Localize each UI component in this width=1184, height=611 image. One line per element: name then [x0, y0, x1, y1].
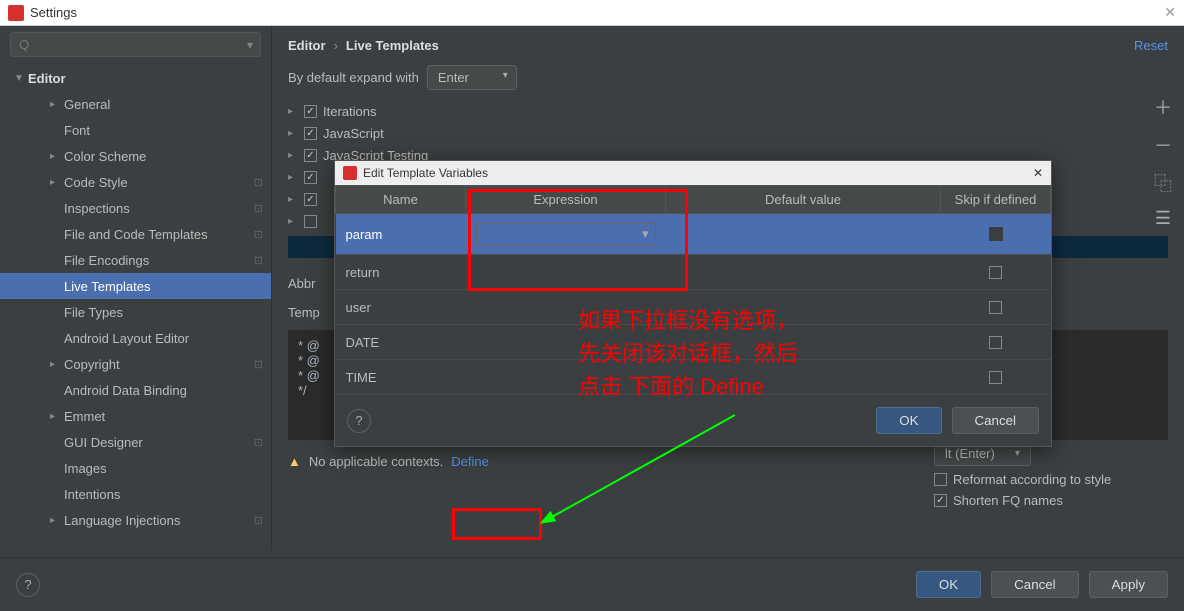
template-tools: ＋ － ⿻ ☰ — [1142, 86, 1184, 229]
cancel-button[interactable]: Cancel — [991, 571, 1079, 598]
tree-item-general[interactable]: ▸General — [0, 91, 271, 117]
variables-table: NameExpressionDefault valueSkip if defin… — [335, 185, 1051, 395]
tree-item-gui-designer[interactable]: GUI Designer⊡ — [0, 429, 271, 455]
skip-checkbox[interactable] — [989, 336, 1002, 349]
dialog-title: Edit Template Variables — [363, 166, 488, 180]
skip-checkbox[interactable] — [989, 371, 1002, 384]
breadcrumb-root: Editor — [288, 38, 326, 53]
breadcrumb-sep: › — [334, 38, 338, 53]
expression-dropdown[interactable] — [476, 222, 656, 246]
add-icon[interactable]: ＋ — [1154, 94, 1172, 120]
copy-icon[interactable]: ⿻ — [1154, 170, 1172, 196]
warning-icon: ▲ — [288, 454, 301, 469]
tree-item-code-style[interactable]: ▸Code Style⊡ — [0, 169, 271, 195]
dialog-app-icon — [343, 166, 357, 180]
sidebar: ▾ ▼Editor ▸GeneralFont▸Color Scheme▸Code… — [0, 26, 272, 551]
app-icon — [8, 5, 24, 21]
reformat-label: Reformat according to style — [953, 472, 1111, 487]
ok-button[interactable]: OK — [916, 571, 981, 598]
variable-row[interactable]: TIME — [336, 360, 1051, 395]
window-titlebar: Settings ✕ — [0, 0, 1184, 26]
variable-row[interactable]: DATE — [336, 325, 1051, 360]
tree-root-editor[interactable]: ▼Editor — [0, 65, 271, 91]
tree-item-language-injections[interactable]: ▸Language Injections⊡ — [0, 507, 271, 533]
tree-item-emmet[interactable]: ▸Emmet — [0, 403, 271, 429]
tree-item-copyright[interactable]: ▸Copyright⊡ — [0, 351, 271, 377]
variable-row[interactable]: param — [336, 214, 1051, 255]
warning-text: No applicable contexts. — [309, 454, 443, 469]
column-header: Name — [336, 186, 466, 214]
tree-item-file-encodings[interactable]: File Encodings⊡ — [0, 247, 271, 273]
tree-item-font[interactable]: Font — [0, 117, 271, 143]
shorten-label: Shorten FQ names — [953, 493, 1063, 508]
dialog-help-icon[interactable]: ? — [347, 409, 371, 433]
skip-checkbox[interactable] — [989, 301, 1002, 314]
expand-dropdown[interactable]: Enter — [427, 65, 517, 90]
settings-tree: ▼Editor ▸GeneralFont▸Color Scheme▸Code S… — [0, 63, 271, 535]
breadcrumb-page: Live Templates — [346, 38, 439, 53]
tree-item-color-scheme[interactable]: ▸Color Scheme — [0, 143, 271, 169]
skip-checkbox[interactable] — [989, 227, 1003, 241]
variable-row[interactable]: user — [336, 290, 1051, 325]
dialog-close-icon[interactable]: ✕ — [1033, 166, 1043, 180]
tree-item-intentions[interactable]: Intentions — [0, 481, 271, 507]
window-title: Settings — [30, 5, 77, 20]
reset-link[interactable]: Reset — [1134, 38, 1168, 53]
tree-item-android-layout-editor[interactable]: Android Layout Editor — [0, 325, 271, 351]
remove-icon[interactable]: － — [1154, 132, 1172, 158]
template-group[interactable]: ▸✓Iterations — [288, 100, 1168, 122]
tree-item-inspections[interactable]: Inspections⊡ — [0, 195, 271, 221]
help-icon[interactable]: ? — [16, 573, 40, 597]
expand-label: By default expand with — [288, 70, 419, 85]
dialog-cancel-button[interactable]: Cancel — [952, 407, 1040, 434]
variable-row[interactable]: return — [336, 255, 1051, 290]
template-group[interactable]: ▸✓JavaScript — [288, 122, 1168, 144]
tree-item-live-templates[interactable]: Live Templates — [0, 273, 271, 299]
settings-footer: ? OK Cancel Apply — [0, 557, 1184, 611]
tree-item-file-types[interactable]: File Types — [0, 299, 271, 325]
tree-item-file-and-code-templates[interactable]: File and Code Templates⊡ — [0, 221, 271, 247]
search-input[interactable] — [10, 32, 261, 57]
define-link[interactable]: Define — [451, 454, 489, 469]
shorten-checkbox[interactable]: ✓ — [934, 494, 947, 507]
list-icon[interactable]: ☰ — [1155, 208, 1171, 229]
search-icon: ▾ — [247, 38, 253, 52]
column-header: Default value — [666, 186, 941, 214]
edit-variables-dialog: Edit Template Variables ✕ NameExpression… — [334, 160, 1052, 447]
tree-item-images[interactable]: Images — [0, 455, 271, 481]
column-header: Expression — [466, 186, 666, 214]
column-header: Skip if defined — [941, 186, 1051, 214]
apply-button[interactable]: Apply — [1089, 571, 1168, 598]
close-icon[interactable]: ✕ — [1164, 4, 1176, 21]
tree-item-android-data-binding[interactable]: Android Data Binding — [0, 377, 271, 403]
dialog-ok-button[interactable]: OK — [876, 407, 941, 434]
skip-checkbox[interactable] — [989, 266, 1002, 279]
reformat-checkbox[interactable] — [934, 473, 947, 486]
